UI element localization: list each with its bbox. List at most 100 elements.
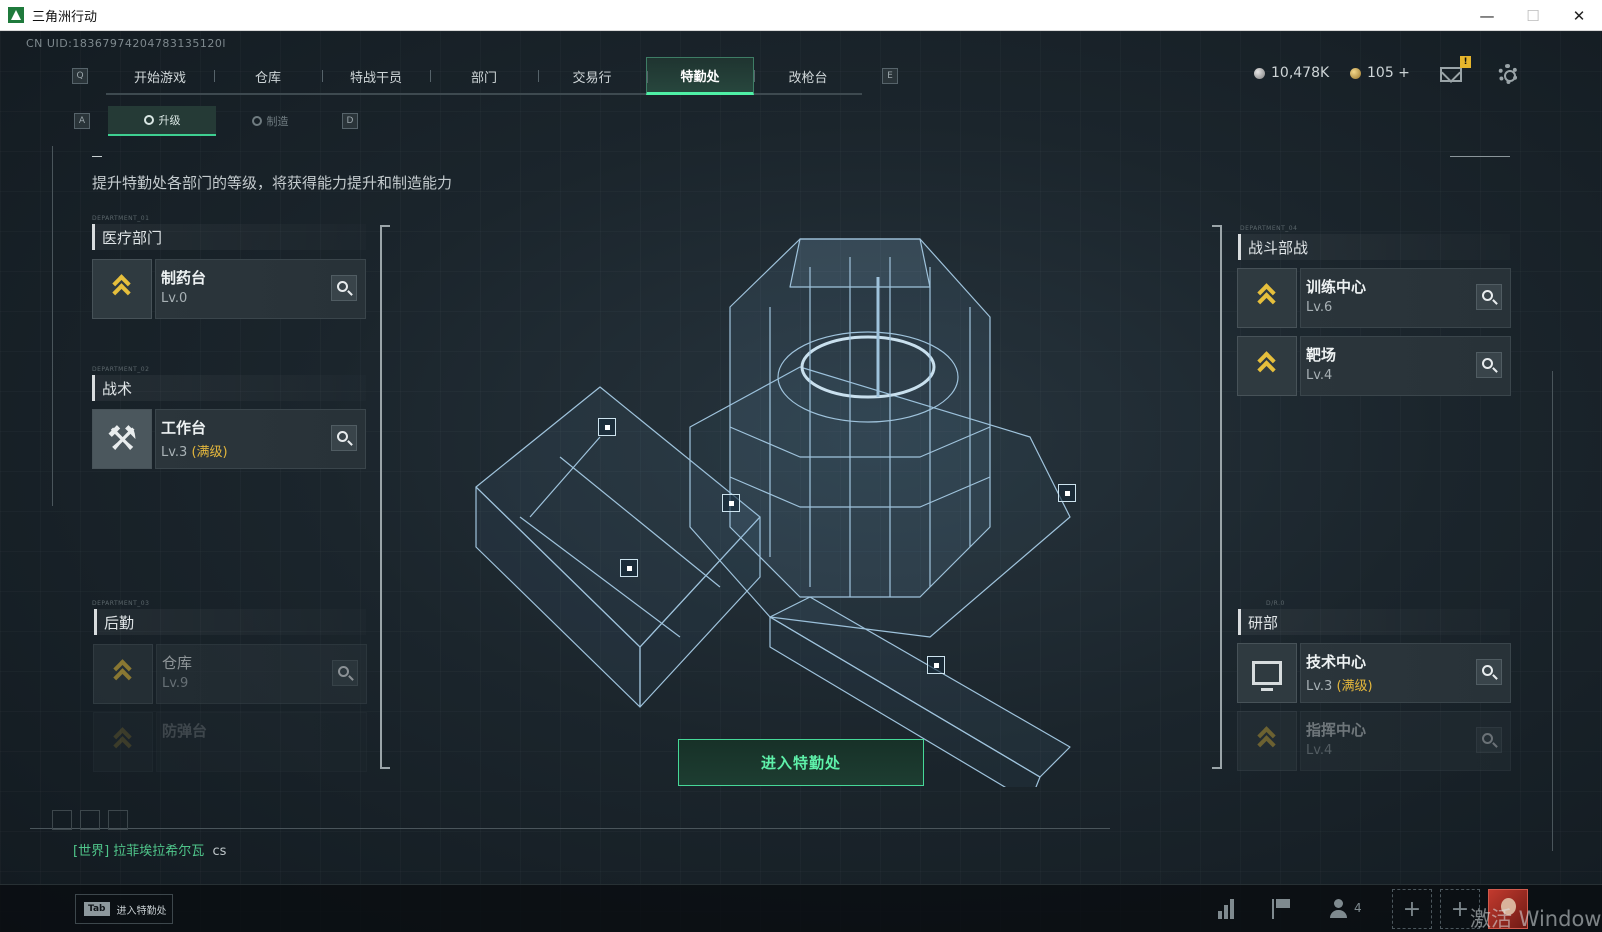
settings-gear-icon[interactable] — [1498, 64, 1518, 84]
friends-icon[interactable] — [1330, 899, 1352, 919]
subtab-upgrade[interactable]: 升级 — [108, 106, 216, 136]
map-marker[interactable] — [722, 494, 740, 512]
facility-card-tech-center[interactable]: 技术中心 Lv.3 (满级) — [1237, 643, 1511, 703]
chevrons-icon — [1255, 726, 1279, 755]
tab-warehouse[interactable]: 仓库 — [214, 57, 322, 95]
upgrade-icon — [143, 115, 154, 125]
game-viewport: CN UID:18367974204783135120l Q 开始游戏 仓库 特… — [0, 31, 1602, 932]
chat-message: cs — [212, 844, 227, 859]
silver-currency[interactable]: 10,478K — [1254, 65, 1329, 81]
dept-logistics-code: DEPARTMENT_03 — [92, 600, 150, 607]
model-tower-top — [789, 238, 931, 288]
hammer-wrench-icon: ⚒ — [106, 419, 138, 459]
dept-logistics-header: 后勤 — [94, 609, 366, 635]
model-tower — [729, 238, 991, 598]
chevrons-icon — [1255, 351, 1279, 380]
tab-start-game[interactable]: 开始游戏 — [106, 57, 214, 95]
search-icon — [337, 431, 348, 442]
inspect-button[interactable] — [332, 660, 358, 686]
close-button[interactable]: ✕ — [1556, 0, 1602, 31]
main-nav: 开始游戏 仓库 特战干员 部门 交易行 特勤处 改枪台 — [106, 57, 862, 95]
facility-icon — [1237, 643, 1297, 703]
subtabs: 升级 制造 — [108, 106, 324, 136]
facility-card-warehouse[interactable]: 仓库 Lv.9 — [93, 644, 367, 704]
player-uid: CN UID:18367974204783135120l — [26, 37, 226, 50]
window-title: 三角洲行动 — [32, 9, 98, 25]
mail-icon[interactable] — [1440, 67, 1462, 82]
page-description: 提升特勤处各部门的等级，将获得能力提升和制造能力 — [92, 174, 453, 192]
nav-next-key[interactable]: E — [882, 68, 898, 84]
bottom-bar: Tab 进入特勤处 4 + + 激活 Windows — [0, 884, 1602, 932]
facility-icon — [1237, 711, 1297, 771]
inspect-button[interactable] — [331, 275, 357, 301]
tab-gunsmith[interactable]: 改枪台 — [754, 57, 862, 95]
flag-icon[interactable] — [1272, 899, 1294, 919]
dept-research-code: D/R.0 — [1266, 600, 1285, 607]
facility-info: 指挥中心 Lv.4 — [1300, 711, 1511, 771]
tab-shortcut-hint[interactable]: Tab 进入特勤处 — [75, 894, 173, 924]
inspect-button[interactable] — [1476, 727, 1502, 753]
nav-prev-key[interactable]: Q — [72, 68, 88, 84]
facility-card-armor-bench[interactable]: 防弹台 — [93, 712, 367, 772]
maximize-button[interactable]: ☐ — [1510, 0, 1556, 31]
chevrons-icon — [110, 274, 134, 303]
window-controls: — ☐ ✕ — [1464, 0, 1602, 31]
chat-line[interactable]: [世界] 拉菲埃拉希尔瓦 cs — [73, 840, 226, 859]
silver-coin-icon — [1254, 67, 1265, 79]
tab-shortcut-label: 进入特勤处 — [116, 905, 167, 917]
frame-tick — [92, 156, 102, 157]
facility-card-pharmacy[interactable]: 制药台 Lv.0 — [92, 259, 366, 319]
dept-research-header: 研部 — [1238, 609, 1510, 635]
facility-icon — [92, 259, 152, 319]
silver-amount: 10,478K — [1271, 65, 1330, 81]
map-marker[interactable] — [620, 559, 638, 577]
frame-line-left — [52, 146, 53, 506]
map-marker[interactable] — [927, 656, 945, 674]
map-marker[interactable] — [598, 418, 616, 436]
special-service-building-model[interactable] — [470, 227, 1090, 787]
inspect-button[interactable] — [1476, 352, 1502, 378]
facility-info: 仓库 Lv.9 — [156, 644, 367, 704]
frame-line-top-right — [1450, 156, 1510, 157]
tab-key: Tab — [84, 902, 110, 916]
facility-icon — [1237, 268, 1297, 328]
tab-departments[interactable]: 部门 — [430, 57, 538, 95]
facility-info: 工作台 Lv.3 (满级) — [155, 409, 366, 469]
inspect-button[interactable] — [331, 425, 357, 451]
windows-activation-watermark: 激活 Windows — [1470, 907, 1602, 931]
facility-level-value: Lv.3 — [1306, 679, 1333, 694]
tab-trade[interactable]: 交易行 — [538, 57, 646, 95]
facility-card-training-center[interactable]: 训练中心 Lv.6 — [1237, 268, 1511, 328]
search-icon — [338, 666, 349, 677]
frame-line-right — [1552, 371, 1553, 851]
search-icon — [337, 281, 348, 292]
facility-icon — [1237, 336, 1297, 396]
inspect-button[interactable] — [1476, 659, 1502, 685]
craft-gear-icon — [251, 116, 262, 126]
facility-level-value: Lv.3 — [161, 445, 188, 460]
stats-chart-icon[interactable] — [1216, 899, 1238, 919]
enter-special-service-button[interactable]: 进入特勤处 — [678, 739, 924, 786]
maxed-tag: (满级) — [1336, 679, 1373, 694]
facility-card-shooting-range[interactable]: 靶场 Lv.4 — [1237, 336, 1511, 396]
gold-amount: 105 + — [1367, 65, 1410, 81]
gold-currency[interactable]: 105 + — [1350, 65, 1410, 81]
gold-coin-icon — [1350, 67, 1361, 79]
inspect-button[interactable] — [1476, 284, 1502, 310]
chat-sender[interactable]: 拉菲埃拉希尔瓦 — [113, 844, 204, 859]
minimize-button[interactable]: — — [1464, 0, 1510, 31]
subtab-next-key[interactable]: D — [342, 113, 358, 129]
chevrons-icon — [111, 727, 135, 756]
tab-operators[interactable]: 特战干员 — [322, 57, 430, 95]
subtab-prev-key[interactable]: A — [74, 113, 90, 129]
tab-special-service[interactable]: 特勤处 — [646, 57, 754, 95]
dept-tactics-header: 战术 — [92, 375, 366, 401]
map-marker[interactable] — [1058, 484, 1076, 502]
facility-card-workbench[interactable]: ⚒ 工作台 Lv.3 (满级) — [92, 409, 366, 469]
subtab-craft[interactable]: 制造 — [216, 106, 324, 136]
facility-card-command-center[interactable]: 指挥中心 Lv.4 — [1237, 711, 1511, 771]
dept-medical-code: DEPARTMENT_01 — [92, 215, 150, 222]
subtab-upgrade-label: 升级 — [158, 114, 181, 127]
facility-icon — [93, 644, 153, 704]
add-teammate-slot[interactable]: + — [1392, 889, 1432, 929]
